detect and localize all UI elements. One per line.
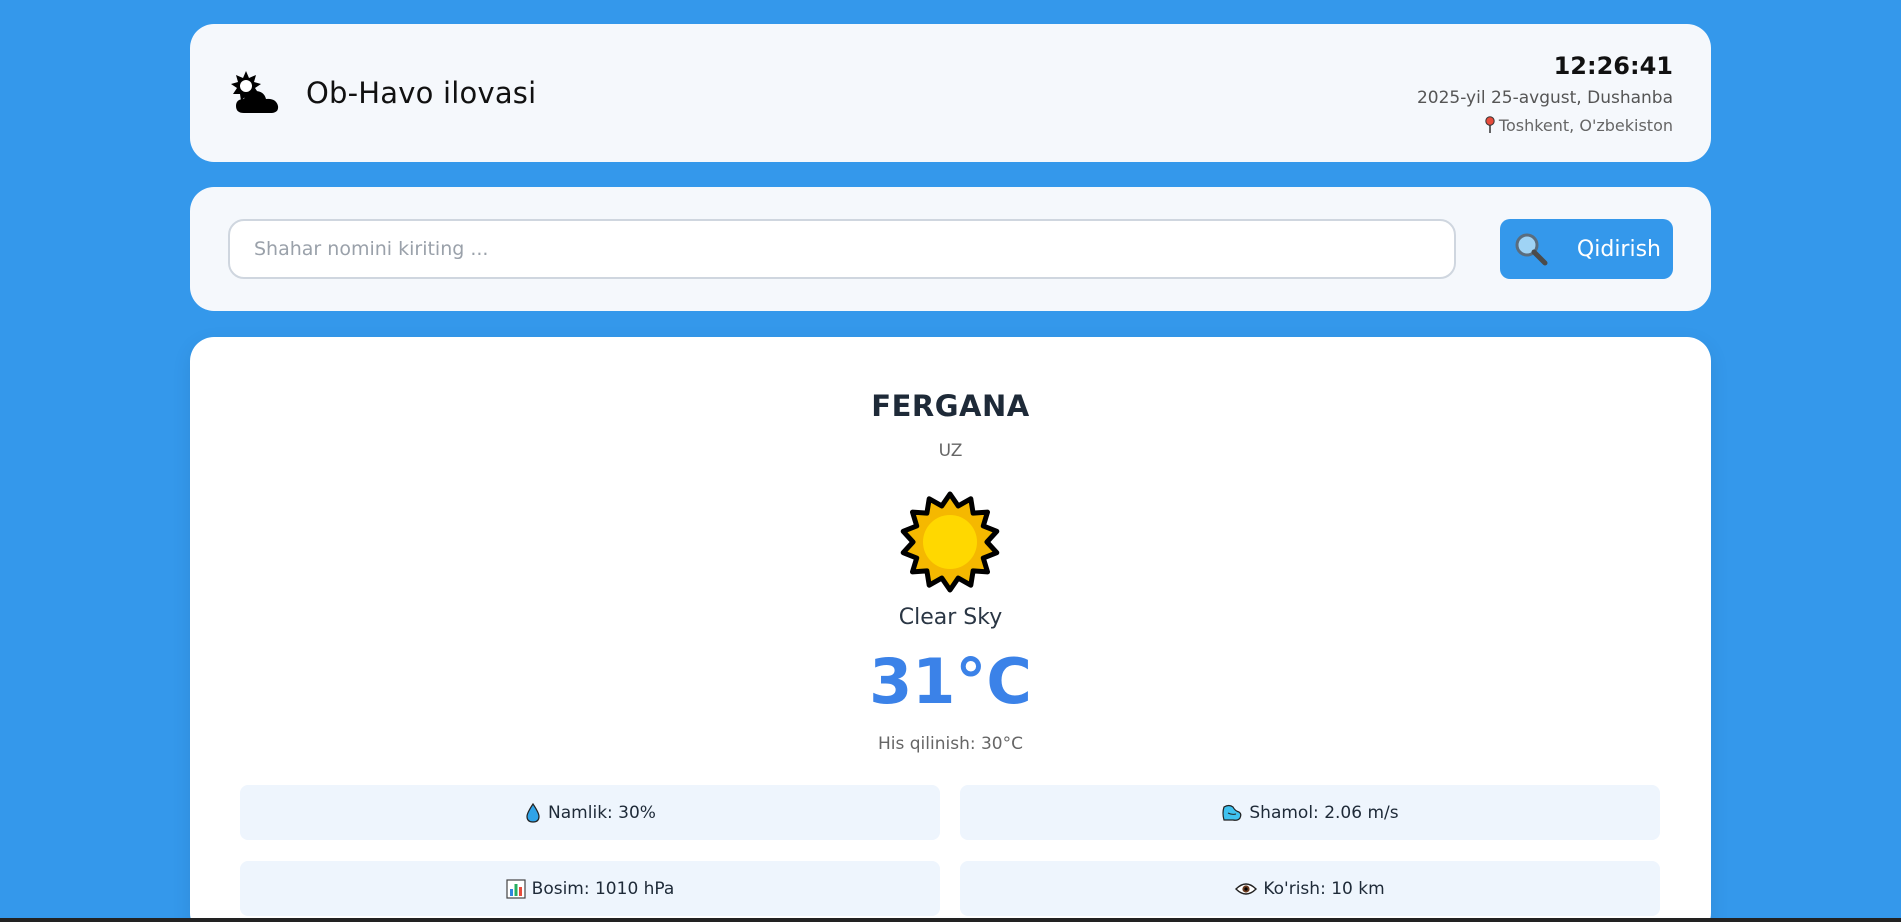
weather-app: Ob-Havo ilovasi 12:26:41 2025-yil 25-avg…	[0, 0, 1901, 922]
search-input[interactable]	[228, 219, 1456, 279]
feels-like: His qilinish: 30°C	[878, 734, 1023, 754]
pin-icon	[1485, 116, 1495, 133]
wind-label: Shamol: 2.06 m/s	[1249, 802, 1399, 823]
app-header: Ob-Havo ilovasi 12:26:41 2025-yil 25-avg…	[190, 24, 1711, 162]
wind-icon	[1222, 804, 1242, 821]
droplet-icon	[526, 802, 540, 823]
country-code: UZ	[938, 441, 963, 461]
stat-pressure: Bosim: 1010 hPa	[240, 861, 940, 916]
weather-card: FERGANA UZ Clear Sky 31°C His qilinish: …	[190, 337, 1711, 922]
stat-visibility: Ko'rish: 10 km	[960, 861, 1660, 916]
humidity-label: Namlik: 30%	[548, 802, 656, 823]
stat-humidity: Namlik: 30%	[240, 785, 940, 840]
eye-icon	[1235, 882, 1258, 895]
stat-wind: Shamol: 2.06 m/s	[960, 785, 1660, 840]
header-info: 12:26:41 2025-yil 25-avgust, Dushanba To…	[1417, 52, 1673, 135]
pressure-label: Bosim: 1010 hPa	[531, 878, 675, 899]
temperature: 31°C	[869, 645, 1032, 718]
clock: 12:26:41	[1553, 51, 1673, 80]
search-button[interactable]: Qidirish	[1500, 219, 1673, 279]
bar-chart-icon	[506, 878, 526, 899]
app-title: Ob-Havo ilovasi	[306, 76, 537, 110]
weather-description: Clear Sky	[898, 605, 1003, 630]
taskbar-edge	[0, 918, 1901, 922]
sun-icon	[900, 491, 1000, 593]
magnifier-icon	[1515, 233, 1548, 266]
location: Toshkent, O'zbekiston	[1485, 116, 1673, 135]
visibility-label: Ko'rish: 10 km	[1263, 878, 1385, 899]
date: 2025-yil 25-avgust, Dushanba	[1416, 87, 1673, 108]
search-button-label: Qidirish	[1576, 236, 1661, 262]
search-card: Qidirish	[190, 187, 1711, 311]
brand: Ob-Havo ilovasi	[228, 69, 536, 117]
location-text: Toshkent, O'zbekiston	[1498, 115, 1673, 135]
sun-behind-cloud-icon	[231, 71, 279, 113]
city-name: FERGANA	[871, 389, 1030, 423]
